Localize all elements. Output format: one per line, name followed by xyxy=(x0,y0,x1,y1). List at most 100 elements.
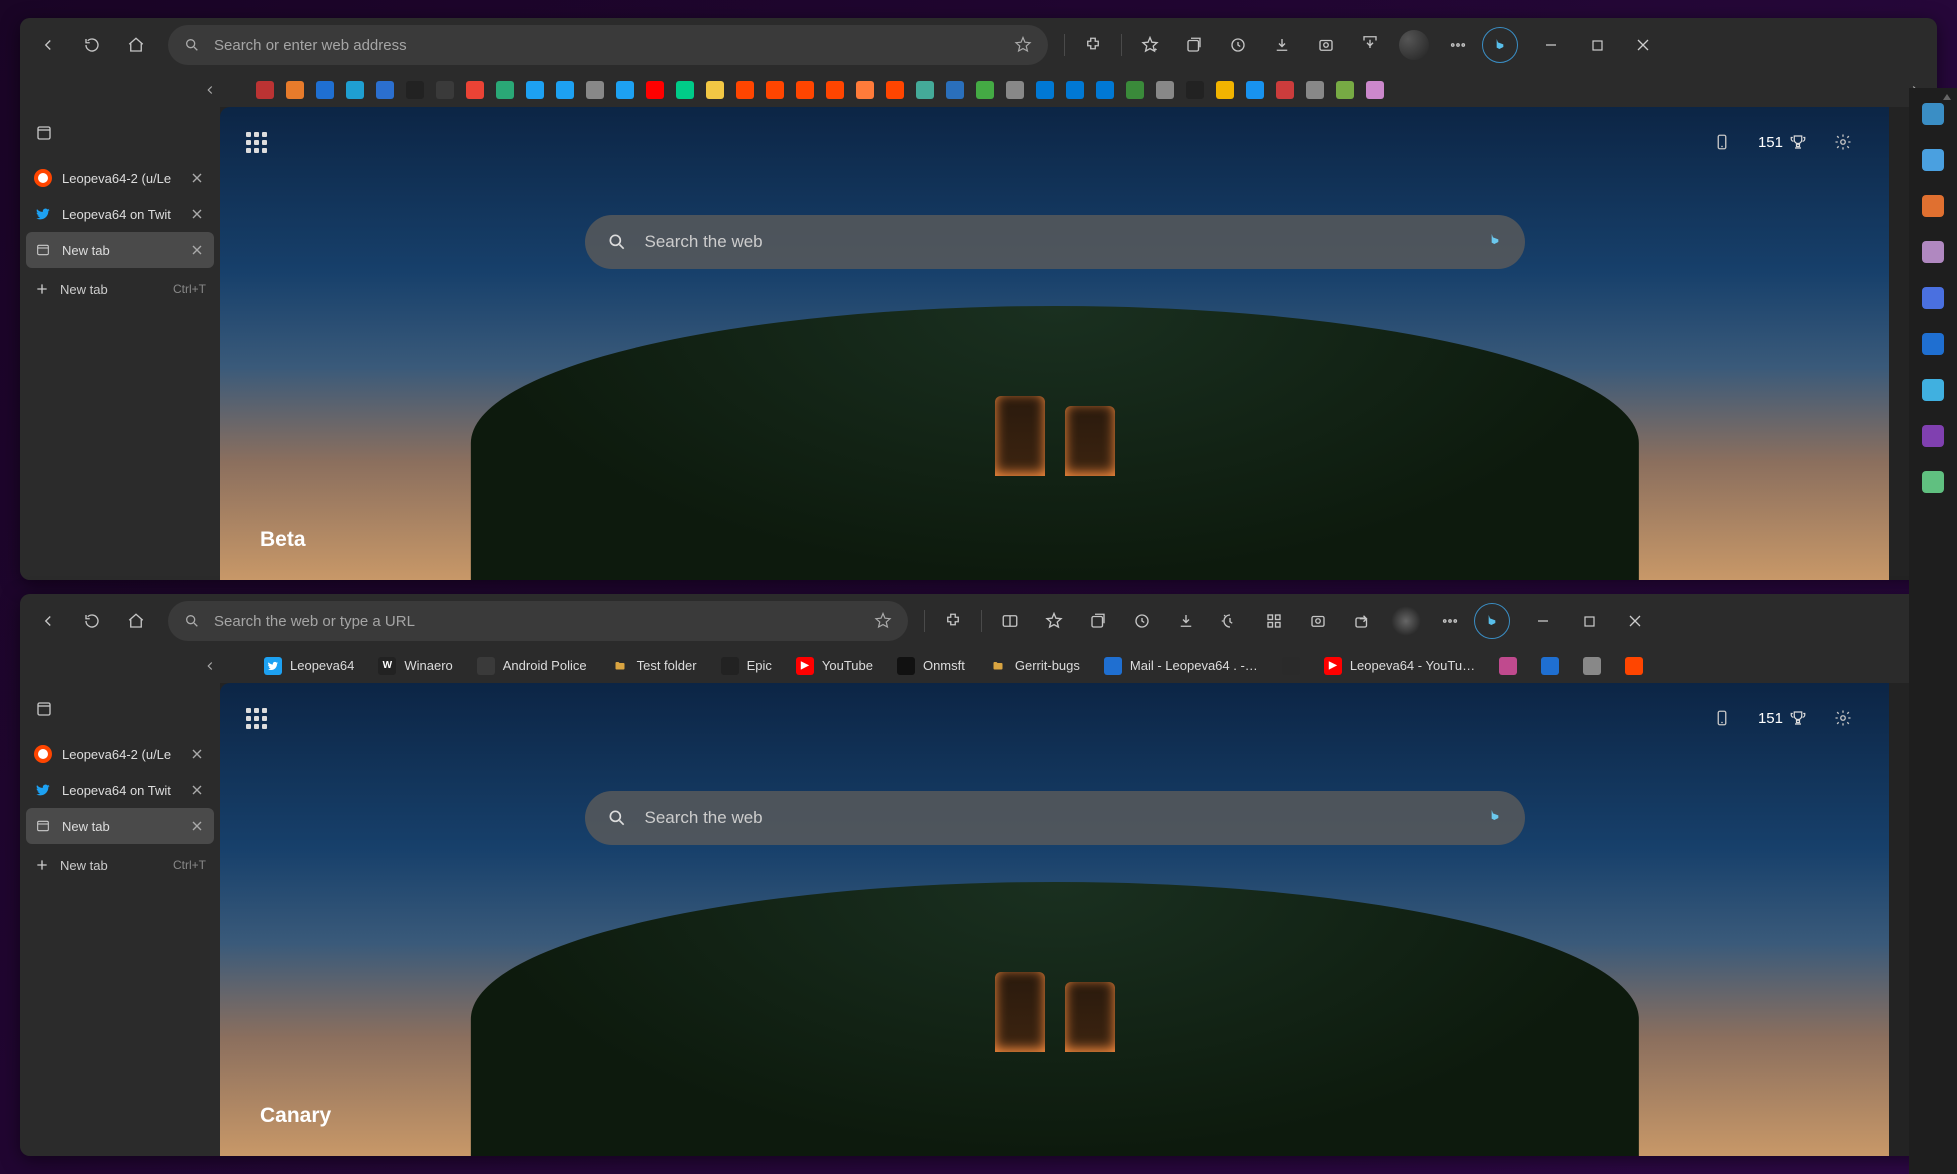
close-tab-button[interactable] xyxy=(188,205,206,223)
vertical-tab[interactable]: Leopeva64 on Twit xyxy=(26,196,214,232)
vertical-tab[interactable]: Leopeva64 on Twit xyxy=(26,772,214,808)
maximize-button[interactable] xyxy=(1566,601,1612,641)
favorite-item[interactable] xyxy=(1274,653,1308,679)
favorite-item[interactable] xyxy=(886,81,904,99)
ntp-search-input[interactable] xyxy=(645,808,1469,828)
favorite-item[interactable] xyxy=(1186,81,1204,99)
back-button[interactable] xyxy=(28,601,68,641)
collapse-tabs-button[interactable] xyxy=(196,652,224,680)
favorite-item[interactable] xyxy=(316,81,334,99)
favorite-item[interactable] xyxy=(1306,81,1324,99)
share-button[interactable] xyxy=(1342,601,1382,641)
mobile-sync-icon[interactable] xyxy=(1702,698,1742,738)
favorite-item[interactable] xyxy=(916,81,934,99)
favorite-item[interactable] xyxy=(1066,81,1084,99)
favorite-item[interactable] xyxy=(346,81,364,99)
downloads-button[interactable] xyxy=(1262,25,1302,65)
favorite-item[interactable] xyxy=(706,81,724,99)
favorite-item[interactable] xyxy=(856,81,874,99)
vertical-tab[interactable]: Leopeva64-2 (u/Le xyxy=(26,160,214,196)
favorite-item[interactable] xyxy=(1036,81,1054,99)
favorite-item[interactable]: Gerrit-bugs xyxy=(981,653,1088,679)
favorite-item[interactable] xyxy=(526,81,544,99)
vertical-tab[interactable]: Leopeva64-2 (u/Le xyxy=(26,736,214,772)
collections-button[interactable] xyxy=(1174,25,1214,65)
rewards-points[interactable]: 151 xyxy=(1758,709,1807,727)
favorites-button[interactable] xyxy=(1130,25,1170,65)
vertical-tab[interactable]: New tab xyxy=(26,232,214,268)
favorite-item[interactable] xyxy=(1617,653,1651,679)
favorite-item[interactable] xyxy=(1575,653,1609,679)
favorite-item[interactable] xyxy=(1096,81,1114,99)
favorite-item[interactable] xyxy=(1006,81,1024,99)
favorite-item[interactable] xyxy=(796,81,814,99)
close-tab-button[interactable] xyxy=(188,169,206,187)
favorite-item[interactable] xyxy=(826,81,844,99)
favorite-item[interactable] xyxy=(286,81,304,99)
downloads-button[interactable] xyxy=(1166,601,1206,641)
ntp-settings-button[interactable] xyxy=(1823,122,1863,162)
ntp-search-box[interactable] xyxy=(585,791,1525,845)
close-tab-button[interactable] xyxy=(188,781,206,799)
history-button[interactable] xyxy=(1218,25,1258,65)
favorite-item[interactable]: Mail - Leopeva64 . -… xyxy=(1096,653,1266,679)
star-icon[interactable] xyxy=(1014,36,1032,54)
favorite-item[interactable] xyxy=(1126,81,1144,99)
favorite-item[interactable]: Epic xyxy=(713,653,780,679)
favorite-item[interactable] xyxy=(1336,81,1354,99)
refresh-button[interactable] xyxy=(72,25,112,65)
favorite-item[interactable] xyxy=(256,81,274,99)
history-button[interactable] xyxy=(1122,601,1162,641)
new-tab-button[interactable]: New tab Ctrl+T xyxy=(26,847,214,883)
collapse-tabs-button[interactable] xyxy=(196,76,224,104)
performance-button[interactable] xyxy=(1210,601,1250,641)
favorite-item[interactable] xyxy=(676,81,694,99)
collections-button[interactable] xyxy=(1078,601,1118,641)
screenshot-button[interactable] xyxy=(1298,601,1338,641)
favorite-item[interactable] xyxy=(1216,81,1234,99)
favorite-item[interactable] xyxy=(1491,653,1525,679)
address-input[interactable] xyxy=(214,613,860,630)
home-button[interactable] xyxy=(116,25,156,65)
address-bar[interactable] xyxy=(168,25,1048,65)
favorite-item[interactable]: Leopeva64 xyxy=(256,653,362,679)
favorite-item[interactable] xyxy=(1533,653,1567,679)
close-tab-button[interactable] xyxy=(188,241,206,259)
favorite-item[interactable] xyxy=(1366,81,1384,99)
favorite-item[interactable]: Android Police xyxy=(469,653,595,679)
bing-chat-button[interactable] xyxy=(1482,27,1518,63)
mobile-sync-icon[interactable] xyxy=(1702,122,1742,162)
favorites-button[interactable] xyxy=(1034,601,1074,641)
favorite-item[interactable] xyxy=(736,81,754,99)
favorite-item[interactable] xyxy=(496,81,514,99)
screenshot-button[interactable] xyxy=(1306,25,1346,65)
new-tab-button[interactable]: New tab Ctrl+T xyxy=(26,271,214,307)
favorite-item[interactable] xyxy=(946,81,964,99)
ntp-search-input[interactable] xyxy=(645,232,1469,252)
tab-actions-button[interactable] xyxy=(30,119,58,147)
tab-actions-button[interactable] xyxy=(30,695,58,723)
favorite-item[interactable] xyxy=(1276,81,1294,99)
app-launcher-button[interactable] xyxy=(246,132,267,153)
profile-button[interactable] xyxy=(1386,601,1426,641)
close-tab-button[interactable] xyxy=(188,745,206,763)
minimize-button[interactable] xyxy=(1520,601,1566,641)
favorite-item[interactable] xyxy=(1156,81,1174,99)
menu-button[interactable] xyxy=(1438,25,1478,65)
app-launcher-button[interactable] xyxy=(246,708,267,729)
favorite-item[interactable]: WWinaero xyxy=(370,653,460,679)
favorite-item[interactable] xyxy=(436,81,454,99)
favorite-item[interactable] xyxy=(466,81,484,99)
rewards-points[interactable]: 151 xyxy=(1758,133,1807,151)
favorite-item[interactable] xyxy=(616,81,634,99)
favorite-item[interactable] xyxy=(976,81,994,99)
refresh-button[interactable] xyxy=(72,601,112,641)
favorite-item[interactable]: Test folder xyxy=(603,653,705,679)
close-tab-button[interactable] xyxy=(188,817,206,835)
favorite-item[interactable] xyxy=(586,81,604,99)
split-screen-button[interactable] xyxy=(990,601,1030,641)
apps-button[interactable] xyxy=(1254,601,1294,641)
extensions-button[interactable] xyxy=(1073,25,1113,65)
favorite-item[interactable] xyxy=(646,81,664,99)
favorite-item[interactable] xyxy=(766,81,784,99)
